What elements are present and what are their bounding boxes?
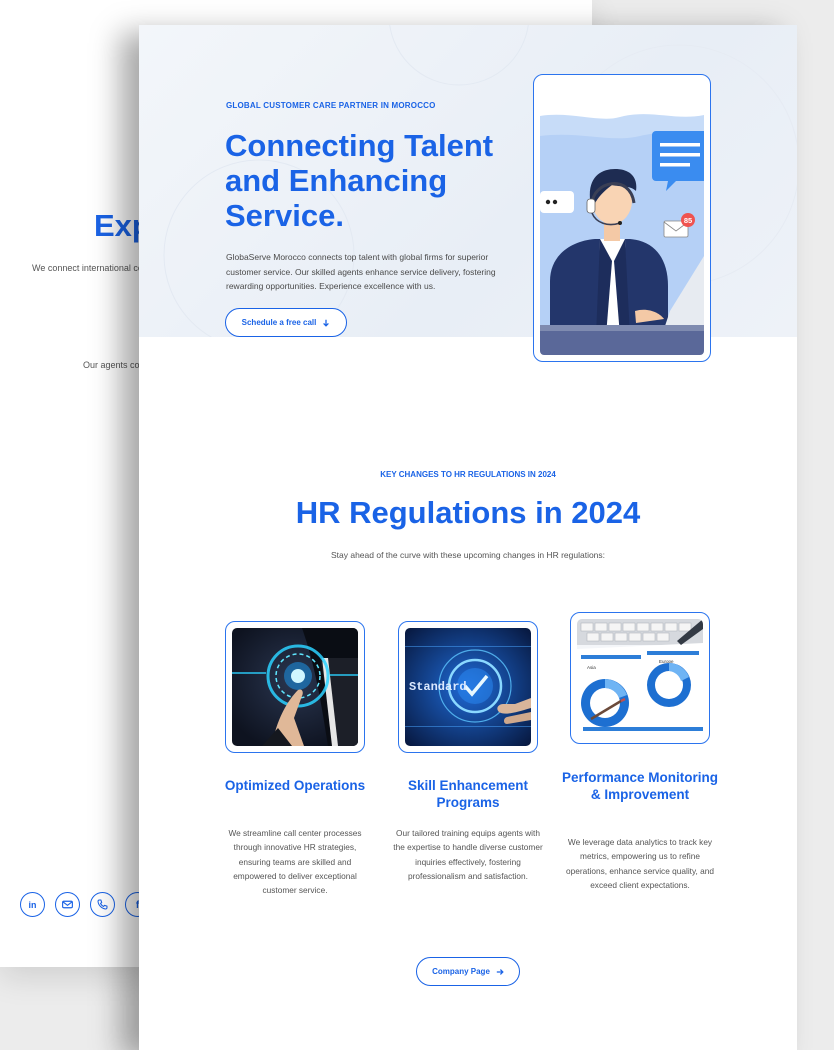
section-eyebrow: KEY CHANGES TO HR REGULATIONS IN 2024 <box>380 470 556 479</box>
section-title: HR Regulations in 2024 <box>295 495 641 530</box>
card-text-skill-enhancement: Our tailored training equips agents with… <box>393 828 543 881</box>
standard-label: Standard <box>409 680 467 694</box>
mail-icon[interactable] <box>55 892 80 917</box>
card-text-performance-monitoring: We leverage data analytics to track key … <box>566 837 714 890</box>
card-image-frame-skill-enhancement: Standard <box>398 621 538 753</box>
call-agent-illustration: 85 <box>540 81 704 355</box>
social-links: in f <box>20 892 150 917</box>
card-image-touch-interface <box>232 628 358 746</box>
chart-label-asia: Asia <box>587 665 596 670</box>
schedule-call-button[interactable]: Schedule a free call <box>225 308 347 337</box>
hero-description: GlobaServe Morocco connects top talent w… <box>226 252 496 291</box>
company-page-label: Company Page <box>432 967 490 976</box>
schedule-call-label: Schedule a free call <box>241 318 317 327</box>
arrow-right-icon <box>496 968 504 975</box>
back-page-subtitle-2: Our agents co <box>83 360 140 370</box>
card-title-performance-monitoring: Performance Monitoring & Improvement <box>561 770 718 802</box>
card-title-optimized-operations: Optimized Operations <box>224 778 366 793</box>
arrow-down-icon <box>323 319 330 327</box>
card-title-skill-enhancement: Skill Enhancement Programs <box>407 778 529 810</box>
card-image-frame-performance-monitoring: Europe Asia <box>570 612 710 744</box>
phone-icon[interactable] <box>90 892 115 917</box>
card-image-data-analytics: Europe Asia <box>577 619 703 737</box>
hero-eyebrow: GLOBAL CUSTOMER CARE PARTNER IN MOROCCO <box>226 101 436 110</box>
hero-illustration-frame: 85 <box>533 74 711 362</box>
card-text-optimized-operations: We streamline call center processes thro… <box>228 828 362 896</box>
section-subtitle: Stay ahead of the curve with these upcom… <box>330 550 606 560</box>
svg-text:in: in <box>29 900 37 910</box>
front-page: GLOBAL CUSTOMER CARE PARTNER IN MOROCCO … <box>139 25 797 1050</box>
card-image-standard-check: Standard <box>405 628 531 746</box>
back-page-subtitle: We connect international co <box>32 263 143 273</box>
company-page-button[interactable]: Company Page <box>416 957 520 986</box>
hero-title: Connecting Talent and Enhancing Service. <box>225 128 494 233</box>
notification-count: 85 <box>684 216 692 225</box>
card-image-frame-optimized-operations <box>225 621 365 753</box>
linkedin-icon[interactable]: in <box>20 892 45 917</box>
